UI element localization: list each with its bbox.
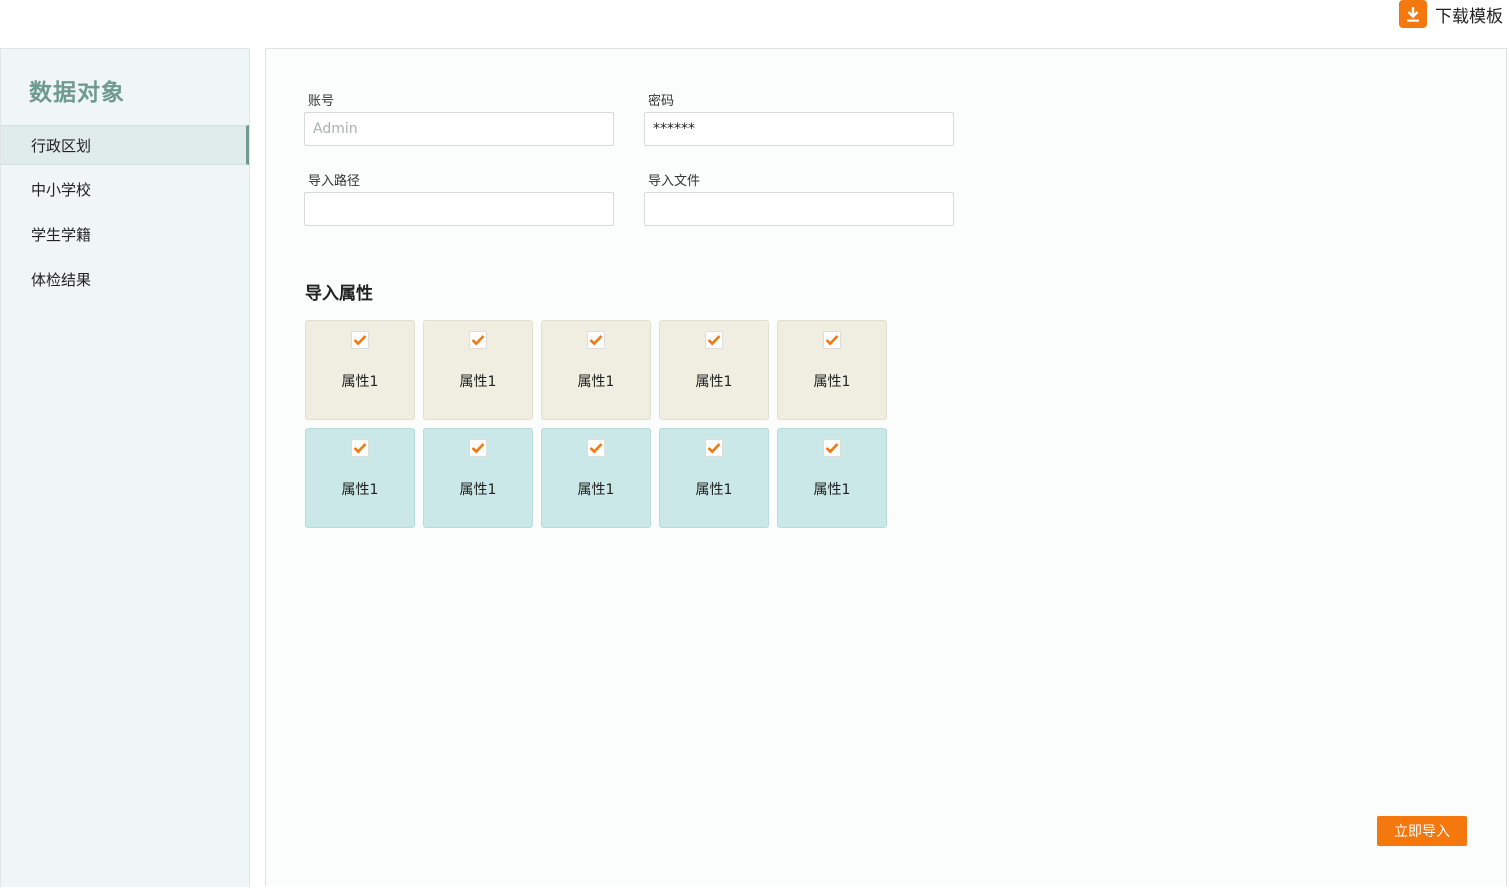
checkmark-icon [825, 443, 839, 454]
attribute-checkbox[interactable] [823, 331, 841, 349]
attribute-tile[interactable]: 属性1 [423, 428, 533, 528]
import-file-field-group: 导入文件 [644, 173, 954, 226]
import-file-label: 导入文件 [648, 174, 701, 189]
attribute-checkbox[interactable] [823, 439, 841, 457]
sidebar: 数据对象 行政区划 中小学校 学生学籍 体检结果 [0, 48, 250, 887]
password-label: 密码 [648, 94, 675, 109]
attribute-label: 属性1 [695, 374, 733, 390]
attribute-label: 属性1 [577, 482, 615, 498]
checkmark-icon [589, 335, 603, 346]
checkmark-icon [471, 443, 485, 454]
account-label: 账号 [308, 94, 335, 109]
account-input[interactable] [304, 112, 614, 146]
import-path-field-group: 导入路径 [304, 173, 614, 226]
password-input[interactable] [644, 112, 954, 146]
attribute-tile[interactable]: 属性1 [777, 320, 887, 420]
attribute-tile[interactable]: 属性1 [659, 320, 769, 420]
import-attributes-title: 导入属性 [305, 284, 373, 304]
attribute-tile[interactable]: 属性1 [541, 320, 651, 420]
attribute-tile[interactable]: 属性1 [423, 320, 533, 420]
download-template-label: 下载模板 [1435, 6, 1503, 27]
attribute-checkbox[interactable] [469, 439, 487, 457]
attribute-checkbox[interactable] [587, 331, 605, 349]
checkmark-icon [471, 335, 485, 346]
checkmark-icon [353, 443, 367, 454]
sidebar-item-student-records[interactable]: 学生学籍 [1, 215, 249, 255]
attribute-checkbox[interactable] [469, 331, 487, 349]
checkmark-icon [353, 335, 367, 346]
sidebar-item-health-results[interactable]: 体检结果 [1, 260, 249, 300]
sidebar-title: 数据对象 [29, 80, 125, 106]
sidebar-item-schools[interactable]: 中小学校 [1, 170, 249, 210]
attribute-tile[interactable]: 属性1 [305, 428, 415, 528]
attribute-tile[interactable]: 属性1 [541, 428, 651, 528]
attribute-checkbox[interactable] [705, 331, 723, 349]
account-field-group: 账号 [304, 93, 614, 146]
download-icon [1399, 0, 1427, 28]
sidebar-nav: 行政区划 中小学校 学生学籍 体检结果 [1, 125, 249, 305]
attribute-label: 属性1 [813, 482, 851, 498]
attribute-checkbox[interactable] [587, 439, 605, 457]
attribute-tile[interactable]: 属性1 [305, 320, 415, 420]
main-panel: 账号 密码 导入路径 导入文件 导入属性 属性1 属性1 属性1 属性1 [265, 48, 1507, 886]
attribute-checkbox[interactable] [351, 331, 369, 349]
checkmark-icon [825, 335, 839, 346]
import-file-input[interactable] [644, 192, 954, 226]
import-now-button[interactable]: 立即导入 [1377, 816, 1467, 846]
attribute-checkbox[interactable] [351, 439, 369, 457]
attribute-tile[interactable]: 属性1 [659, 428, 769, 528]
import-path-input[interactable] [304, 192, 614, 226]
attribute-label: 属性1 [459, 482, 497, 498]
attribute-label: 属性1 [813, 374, 851, 390]
attribute-grid: 属性1 属性1 属性1 属性1 属性1 属性1 属性1 属性1 属性1 属性1 [305, 320, 895, 528]
checkmark-icon [707, 335, 721, 346]
attribute-label: 属性1 [459, 374, 497, 390]
checkmark-icon [707, 443, 721, 454]
download-template-button[interactable]: 下载模板 [1399, 0, 1503, 28]
checkmark-icon [589, 443, 603, 454]
import-path-label: 导入路径 [308, 174, 361, 189]
attribute-label: 属性1 [695, 482, 733, 498]
attribute-tile[interactable]: 属性1 [777, 428, 887, 528]
attribute-label: 属性1 [341, 374, 379, 390]
attribute-label: 属性1 [577, 374, 615, 390]
attribute-label: 属性1 [341, 482, 379, 498]
attribute-checkbox[interactable] [705, 439, 723, 457]
sidebar-item-administrative-division[interactable]: 行政区划 [1, 125, 249, 165]
password-field-group: 密码 [644, 93, 954, 146]
